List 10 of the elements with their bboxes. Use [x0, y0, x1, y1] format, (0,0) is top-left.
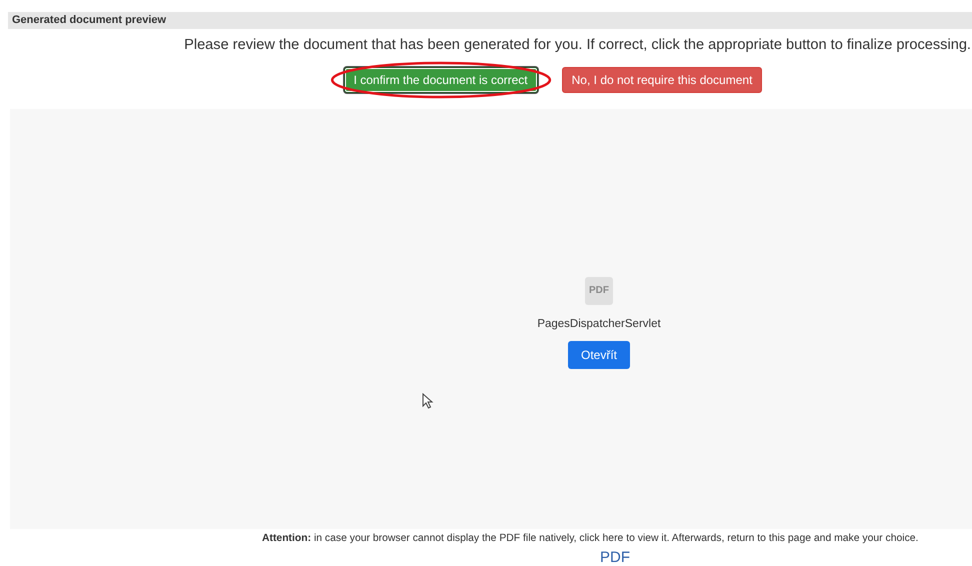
instruction-text: Please review the document that has been generated for you. If correct, click the appropriate button to finalize processing. — [184, 36, 971, 53]
pdf-link[interactable]: PDF — [600, 549, 630, 566]
confirm-button[interactable]: I confirm the document is correct — [344, 66, 538, 93]
attention-note: Attention: in case your browser cannot display the PDF file natively, click here to view it. Afterwards, return to this page and make your choice. — [262, 533, 920, 544]
pdf-file-icon: PDF — [585, 276, 613, 305]
file-name: PagesDispatcherServlet — [537, 318, 661, 330]
panel-title: Generated document preview — [8, 12, 972, 29]
mouse-pointer-icon — [422, 392, 434, 409]
open-button[interactable]: Otevřít — [568, 340, 630, 369]
decline-button[interactable]: No, I do not require this document — [562, 66, 762, 93]
